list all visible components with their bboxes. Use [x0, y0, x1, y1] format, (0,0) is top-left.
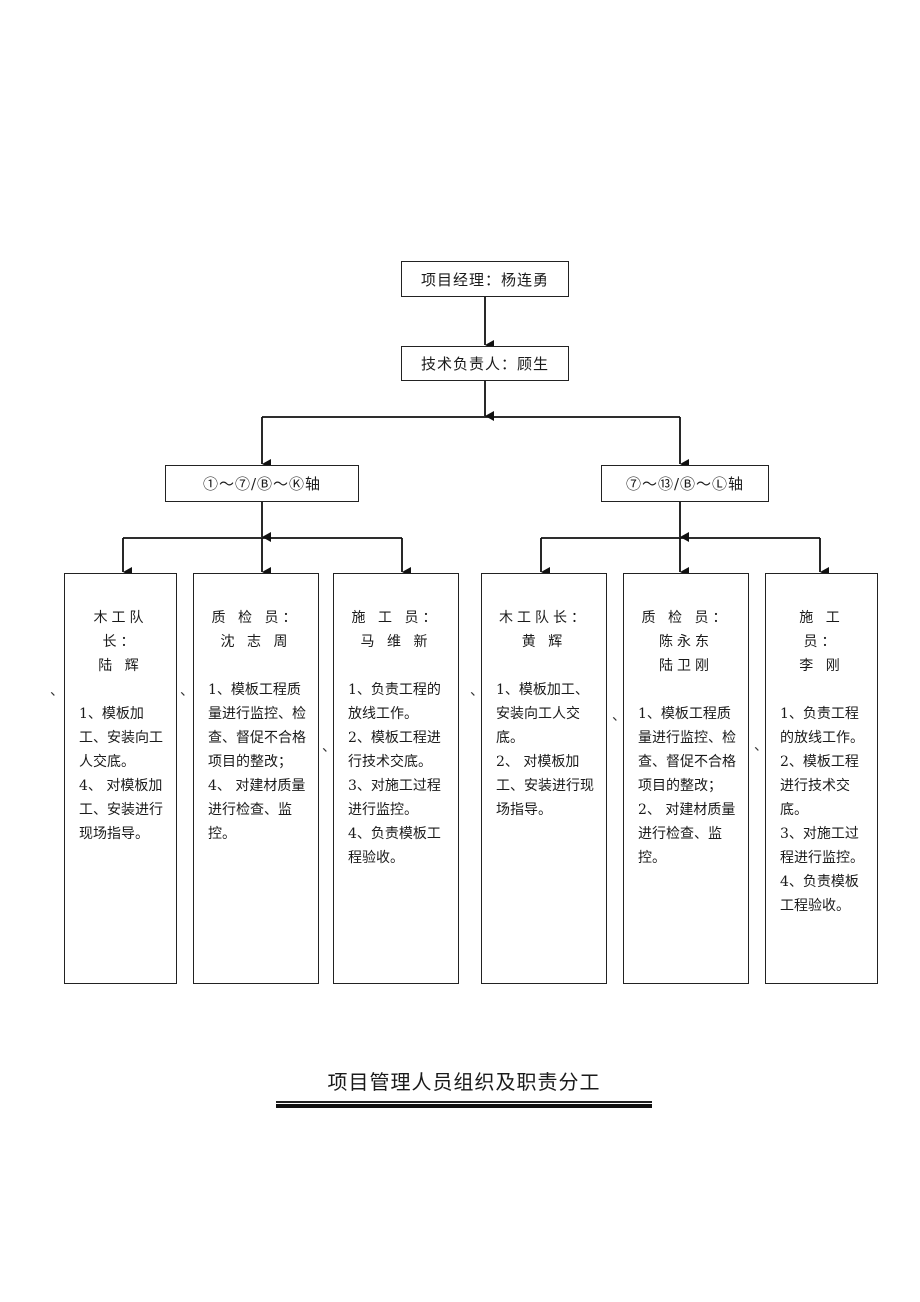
caption-rule-thin — [276, 1101, 652, 1103]
duty-list: 1、模板工程质量进行监控、检查、督促不合格项目的整改； 2、 对建材质量进行检查… — [638, 702, 748, 870]
duty-list: 1、负责工程的放线工作。 2、模板工程进行技术交底。 3、对施工过程进行监控。 … — [348, 678, 458, 870]
role-label: 质 检 员： — [211, 610, 301, 626]
duty-item: 2、模板工程进行技术交底。 — [780, 754, 859, 818]
tech-lead-box: 技术负责人：顾生 — [401, 346, 569, 381]
stray-mark: 、 — [50, 683, 64, 699]
duty-list: 1、负责工程的放线工作。 2、模板工程进行技术交底。 3、对施工过程进行监控。 … — [780, 702, 877, 918]
person-name: 陈永东 — [659, 634, 713, 650]
quality-inspector-card-left: 质 检 员： 沈 志 周 1、模板工程质量进行监控、检查、督促不合格项目的整改；… — [193, 573, 319, 984]
duty-item: 1、模板工程质量进行监控、检查、督促不合格项目的整改； — [208, 682, 306, 770]
duty-item: 4、负责模板工程验收。 — [348, 826, 441, 866]
construction-worker-card-right: 施 工 员： 李 刚 1、负责工程的放线工作。 2、模板工程进行技术交底。 3、… — [765, 573, 878, 984]
person-name: 李 刚 — [799, 658, 844, 674]
stray-mark: 、 — [612, 708, 626, 724]
person-name: 陆 辉 — [98, 658, 143, 674]
left-axis-label: ①～⑦/Ⓑ～Ⓚ轴 — [202, 475, 322, 493]
duty-item: 1、模板工程质量进行监控、检查、督促不合格项目的整改； — [638, 706, 736, 794]
duty-item: 1、负责工程的放线工作。 — [780, 706, 864, 746]
right-axis-box: ⑦～⑬/Ⓑ～Ⓛ轴 — [601, 465, 769, 502]
person-name: 沈 志 周 — [220, 634, 292, 650]
duty-item: 1、负责工程的放线工作。 — [348, 682, 441, 722]
stray-mark: 、 — [754, 738, 768, 754]
duty-item: 4、 对建材质量进行检查、监控。 — [208, 778, 306, 842]
duty-item: 3、对施工过程进行监控。 — [780, 826, 864, 866]
role-label: 质 检 员： — [641, 610, 731, 626]
duty-item: 2、 对模板加工、安装进行现场指导。 — [496, 754, 594, 818]
duty-list: 1、模板工程质量进行监控、检查、督促不合格项目的整改； 4、 对建材质量进行检查… — [208, 678, 318, 846]
stray-mark: 、 — [180, 683, 194, 699]
stray-mark: 、 — [470, 683, 484, 699]
chart-caption: 项目管理人员组织及职责分工 — [327, 1070, 601, 1094]
duty-item: 2、模板工程进行技术交底。 — [348, 730, 441, 770]
stray-mark: 、 — [322, 739, 336, 755]
duty-list: 1、模板加工、安装向工人交底。 2、 对模板加工、安装进行现场指导。 — [496, 678, 606, 822]
duty-item: 1、模板加工、安装向工人交底。 — [496, 682, 589, 746]
duty-item: 4、 对模板加工、安装进行现场指导。 — [79, 778, 163, 842]
role-label: 木工队长： — [499, 610, 589, 626]
quality-inspector-card-right: 质 检 员： 陈永东 陆卫刚 1、模板工程质量进行监控、检查、督促不合格项目的整… — [623, 573, 749, 984]
duty-item: 1、模板加工、安装向工人交底。 — [79, 706, 163, 770]
construction-worker-card-left: 施 工 员： 马 维 新 1、负责工程的放线工作。 2、模板工程进行技术交底。 … — [333, 573, 459, 984]
person-name: 陆卫刚 — [659, 658, 713, 674]
duty-item: 2、 对建材质量进行检查、监控。 — [638, 802, 736, 866]
right-axis-label: ⑦～⑬/Ⓑ～Ⓛ轴 — [625, 475, 745, 493]
caption-rule-thick — [276, 1104, 652, 1108]
role-label: 木工队长： — [93, 610, 148, 650]
duty-item: 4、负责模板工程验收。 — [780, 874, 859, 914]
project-manager-label: 项目经理：杨连勇 — [420, 270, 549, 289]
person-name: 黄 辉 — [521, 634, 567, 650]
carpentry-lead-card-right: 木工队长： 黄 辉 1、模板加工、安装向工人交底。 2、 对模板加工、安装进行现… — [481, 573, 607, 984]
person-name: 马 维 新 — [360, 634, 432, 650]
role-label: 施 工 员： — [799, 610, 844, 650]
left-axis-box: ①～⑦/Ⓑ～Ⓚ轴 — [165, 465, 359, 502]
role-label: 施 工 员： — [351, 610, 441, 626]
project-manager-box: 项目经理：杨连勇 — [401, 261, 569, 297]
tech-lead-label: 技术负责人：顾生 — [420, 355, 549, 373]
duty-item: 3、对施工过程进行监控。 — [348, 778, 441, 818]
duty-list: 1、模板加工、安装向工人交底。 4、 对模板加工、安装进行现场指导。 — [79, 702, 176, 846]
carpentry-lead-card-left: 木工队长： 陆 辉 1、模板加工、安装向工人交底。 4、 对模板加工、安装进行现… — [64, 573, 177, 984]
